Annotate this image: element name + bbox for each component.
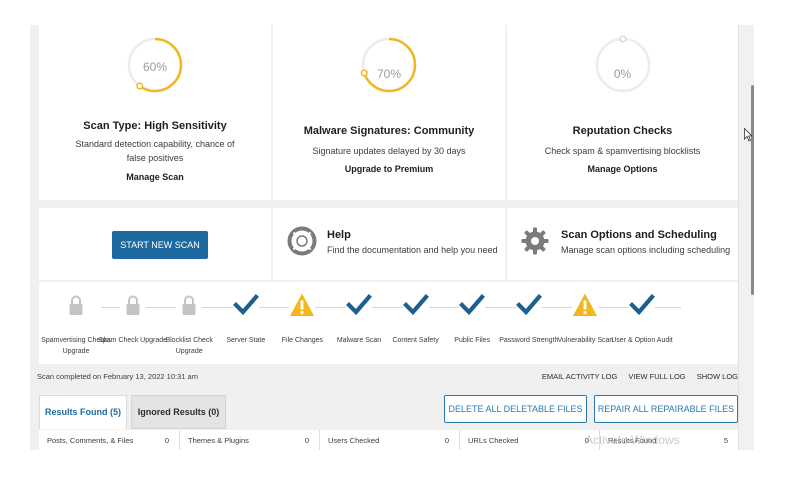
scan-meta-row: Scan completed on February 13, 2022 10:3… xyxy=(37,372,740,384)
scan-options-description: Manage scan options including scheduling xyxy=(561,245,731,255)
scan-type-card: 60% Scan Type: High Sensitivity Standard… xyxy=(39,25,271,200)
lock-icon xyxy=(63,292,89,318)
checkmark-icon xyxy=(459,292,486,318)
gauge-percent: 0% xyxy=(613,67,632,81)
page-scrollbar[interactable] xyxy=(738,25,754,450)
mouse-pointer-icon xyxy=(744,128,753,142)
warning-icon xyxy=(289,292,316,318)
reputation-checks-gauge xyxy=(595,35,650,93)
result-label: Users Checked xyxy=(328,436,380,445)
checkmark-icon xyxy=(232,292,259,318)
reputation-checks-card: 0% Reputation Checks Check spam & spamve… xyxy=(507,25,738,200)
malware-signatures-gauge xyxy=(360,37,417,93)
result-value: 5 xyxy=(723,436,728,445)
step-user-option-audit: User & Option Audit xyxy=(604,292,680,346)
checkmark-icon xyxy=(629,292,655,318)
result-users: Users Checked 0 xyxy=(320,430,460,450)
checkmark-icon xyxy=(515,292,542,318)
gauge-percent: 60% xyxy=(142,60,168,74)
scrollbar-thumb[interactable] xyxy=(751,85,754,295)
gear-icon xyxy=(521,227,549,255)
upgrade-premium-link[interactable]: Upgrade to Premium xyxy=(273,164,505,174)
gauge-percent: 70% xyxy=(376,67,402,81)
tab-ignored-results[interactable]: Ignored Results (0) xyxy=(131,395,226,429)
lifebuoy-icon xyxy=(287,226,317,256)
manage-options-link[interactable]: Manage Options xyxy=(507,164,738,174)
result-label: Themes & Plugins xyxy=(188,436,249,445)
checkmark-icon xyxy=(346,292,372,318)
lock-icon xyxy=(119,292,146,318)
view-full-log-link[interactable]: VIEW FULL LOG xyxy=(628,372,685,381)
gauge-title: Malware Signatures: Community xyxy=(303,125,475,137)
help-card[interactable]: Help Find the documentation and help you… xyxy=(273,208,505,280)
result-posts: Posts, Comments, & Files 0 xyxy=(39,430,180,450)
scan-options-card[interactable]: Scan Options and Scheduling Manage scan … xyxy=(507,208,738,280)
gauge-title: Reputation Checks xyxy=(572,125,673,137)
result-label: URLs Checked xyxy=(468,436,519,445)
email-activity-log-link[interactable]: EMAIL ACTIVITY LOG xyxy=(542,372,617,381)
scan-steps-panel: Spamvertising Checks Upgrade Spam Check U… xyxy=(39,282,738,364)
start-scan-card: START NEW SCAN xyxy=(39,208,271,280)
gauge-description: Standard detection capability, chance of… xyxy=(75,139,235,163)
start-new-scan-button[interactable]: START NEW SCAN xyxy=(112,231,208,259)
malware-signatures-card: 70% Malware Signatures: Community Signat… xyxy=(273,25,505,200)
help-title: Help xyxy=(327,229,351,241)
activation-watermark: Activate Windows xyxy=(585,433,680,447)
manage-scan-link[interactable]: Manage Scan xyxy=(39,172,271,182)
result-urls: URLs Checked 0 xyxy=(460,430,600,450)
repair-all-repairable-button[interactable]: REPAIR ALL REPAIRABLE FILES xyxy=(594,395,738,423)
tab-results-found[interactable]: Results Found (5) xyxy=(39,395,127,429)
result-value: 0 xyxy=(164,436,169,445)
help-description: Find the documentation and help you need xyxy=(327,245,498,255)
app-window: 60% Scan Type: High Sensitivity Standard… xyxy=(0,0,792,479)
delete-all-deletable-button[interactable]: DELETE ALL DELETABLE FILES xyxy=(444,395,587,423)
result-value: 0 xyxy=(444,436,449,445)
result-label: Posts, Comments, & Files xyxy=(47,436,134,445)
scan-options-title: Scan Options and Scheduling xyxy=(561,229,717,241)
result-value: 0 xyxy=(304,436,309,445)
show-log-link[interactable]: SHOW LOG xyxy=(697,372,738,381)
result-themes-plugins: Themes & Plugins 0 xyxy=(180,430,320,450)
warning-icon xyxy=(572,292,599,318)
gauge-description: Signature updates delayed by 30 days xyxy=(312,146,466,156)
gauge-title: Scan Type: High Sensitivity xyxy=(83,120,227,132)
step-label: User & Option Audit xyxy=(611,337,673,344)
lock-icon xyxy=(176,292,203,318)
gauge-description: Check spam & spamvertising blocklists xyxy=(544,146,701,156)
checkmark-icon xyxy=(402,292,429,318)
scan-completed-text: Scan completed on February 13, 2022 10:3… xyxy=(37,372,198,381)
